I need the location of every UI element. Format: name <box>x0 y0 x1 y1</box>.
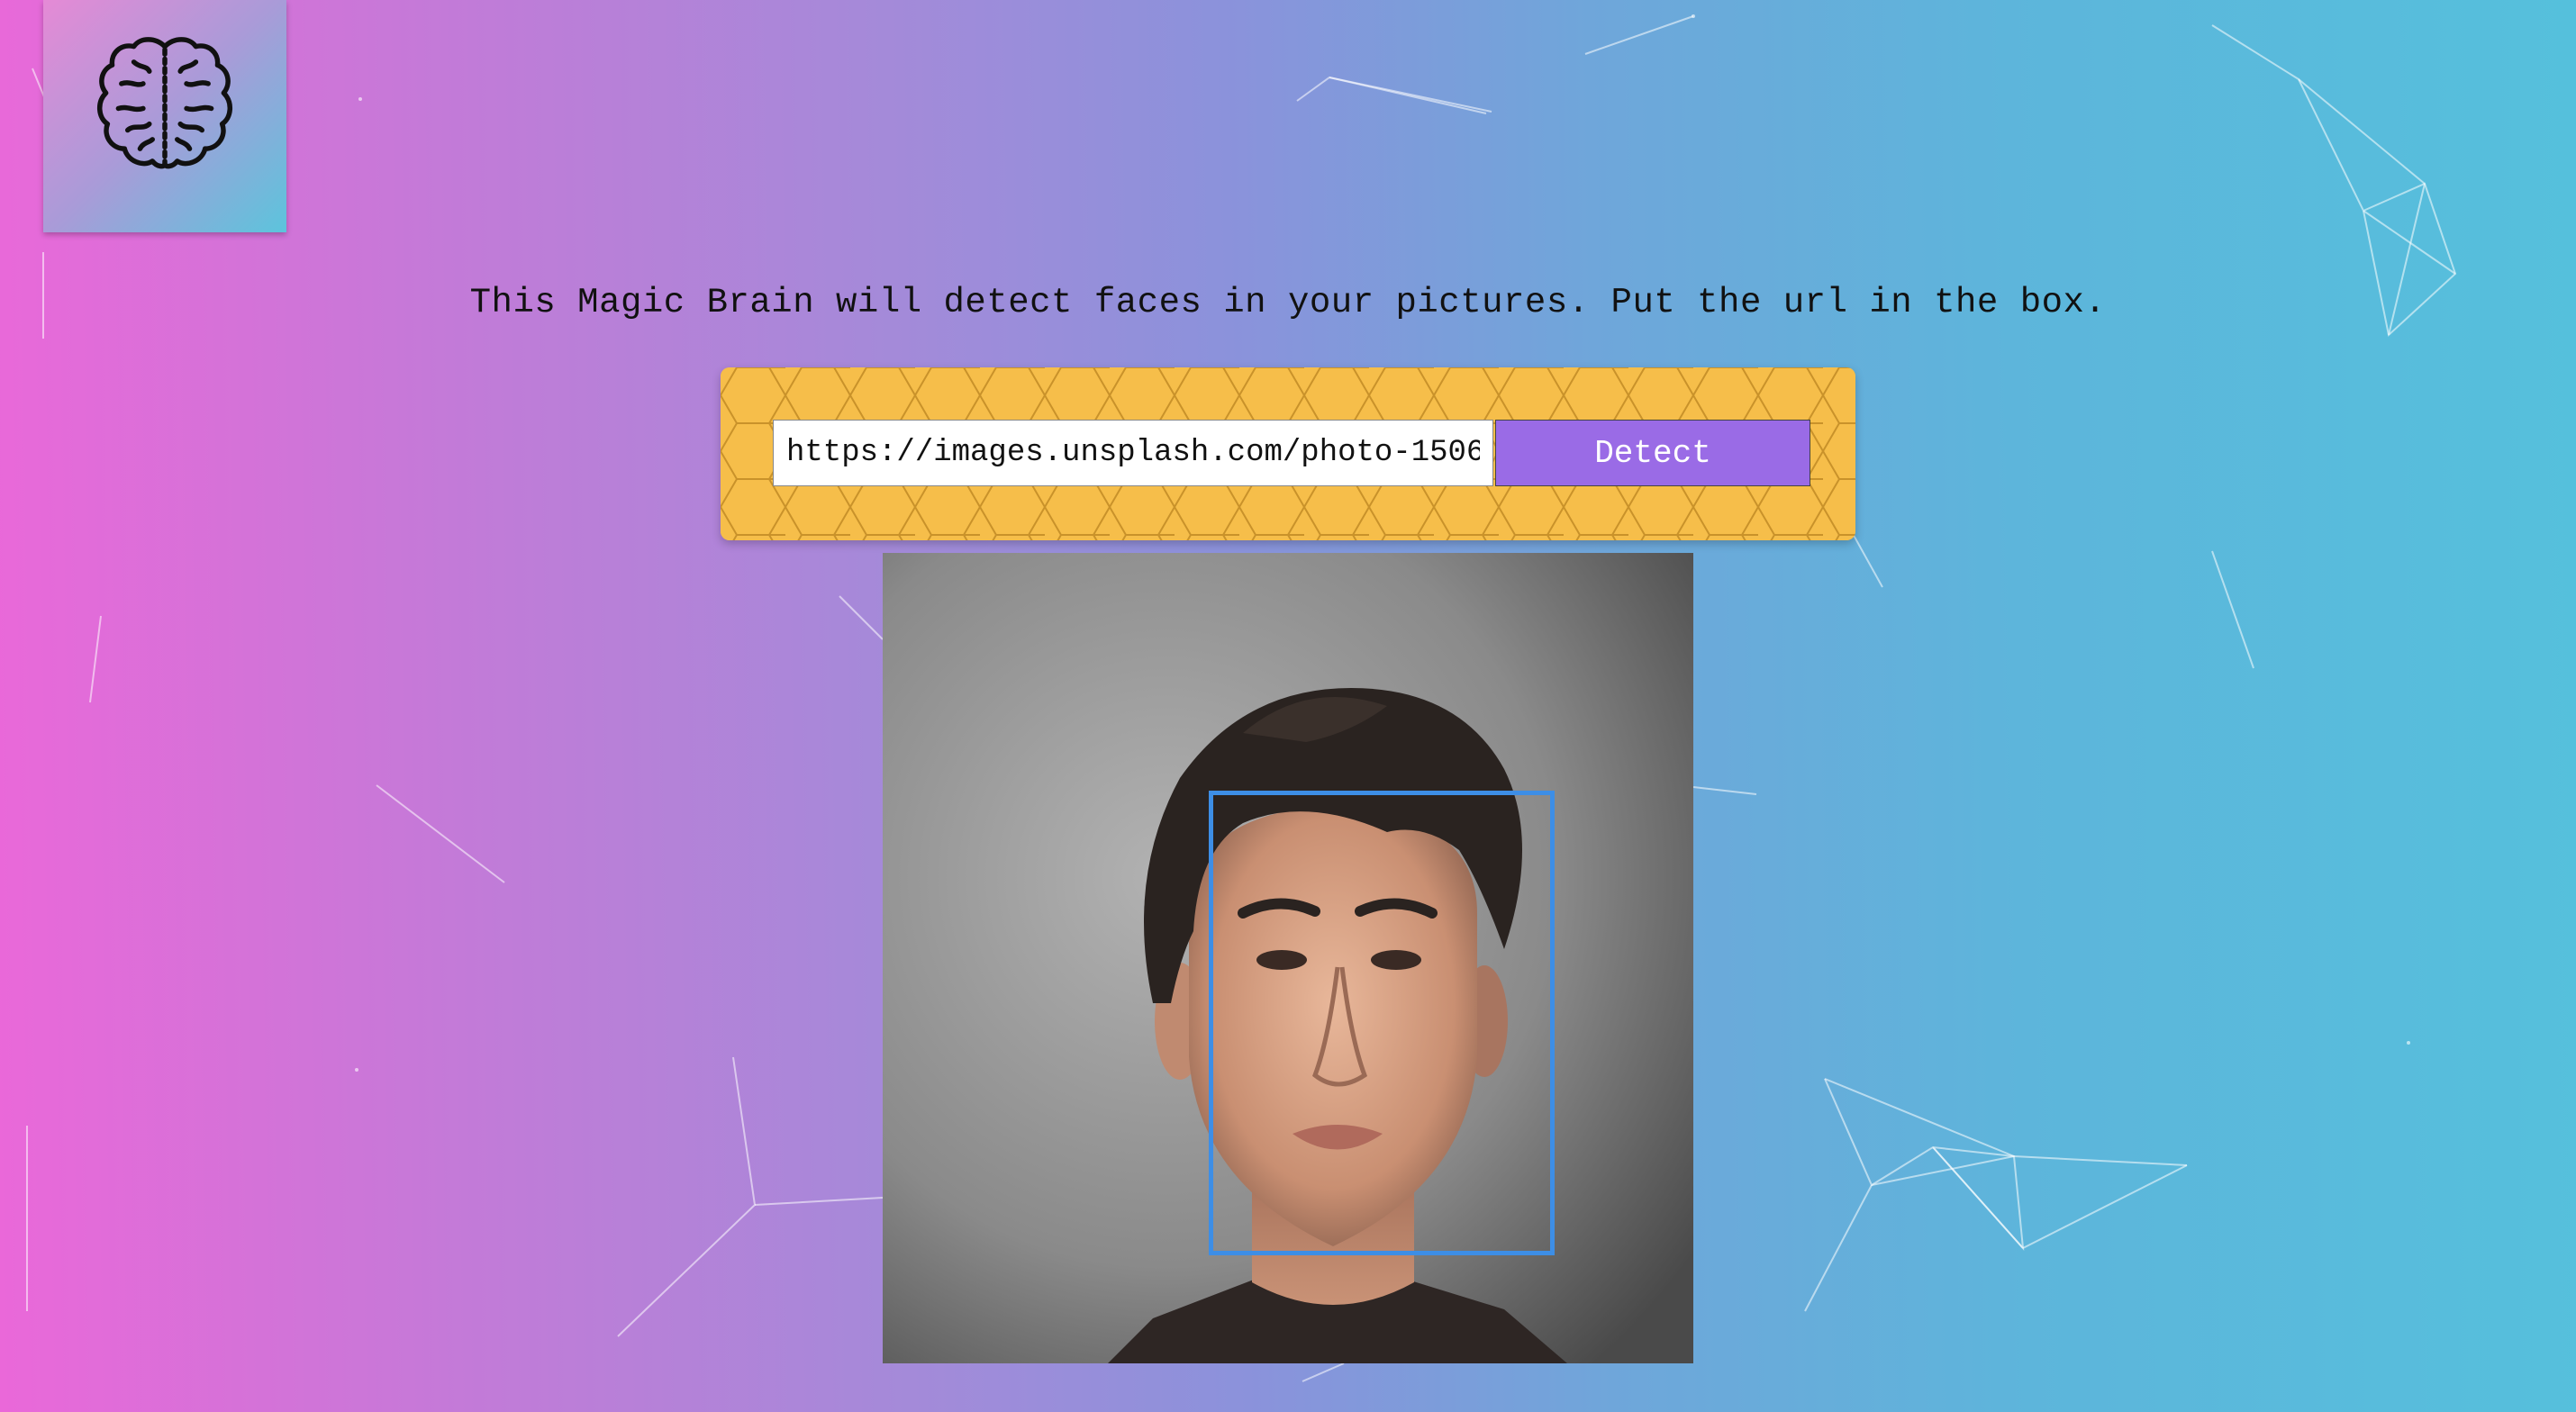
result-photo <box>883 553 1693 1363</box>
face-bounding-box <box>1209 791 1555 1255</box>
detect-button[interactable]: Detect <box>1495 420 1810 486</box>
tagline: This Magic Brain will detect faces in yo… <box>469 283 2107 322</box>
url-form-panel: Detect <box>721 367 1855 540</box>
logo-card[interactable] <box>43 0 286 232</box>
image-url-input[interactable] <box>773 420 1493 486</box>
brain-icon <box>97 37 232 169</box>
